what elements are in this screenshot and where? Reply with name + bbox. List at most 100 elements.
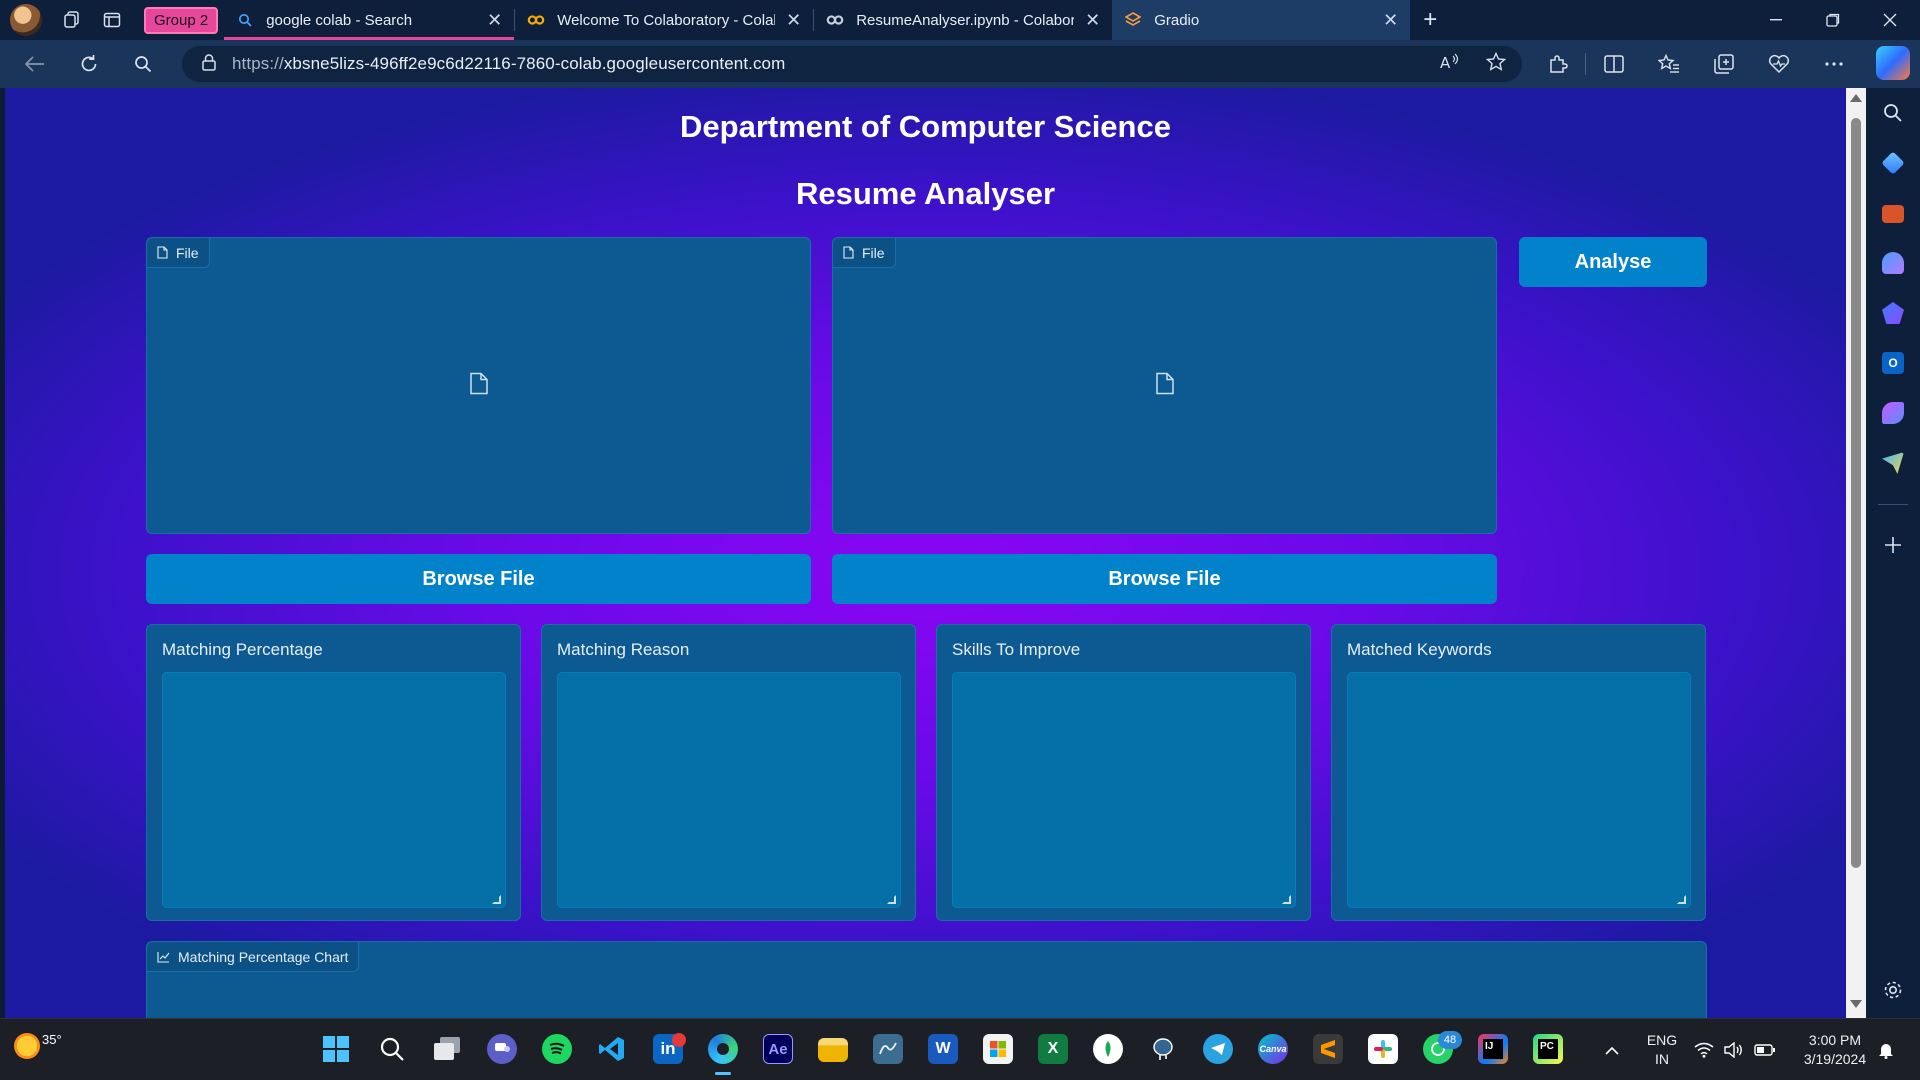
back-button[interactable]: [8, 40, 62, 88]
scroll-up-arrow-icon[interactable]: [1850, 94, 1862, 102]
tab-title: google colab - Search: [266, 11, 413, 29]
matched-keywords-label: Matched Keywords: [1347, 640, 1492, 659]
vscode-icon[interactable]: [597, 1034, 627, 1064]
close-window-button[interactable]: [1862, 0, 1918, 40]
region-code: IN: [1655, 1051, 1669, 1067]
show-hidden-icons-chevron[interactable]: [1600, 1019, 1624, 1080]
drop-send-icon[interactable]: [1882, 452, 1904, 474]
matching-reason-textbox[interactable]: [557, 672, 901, 908]
more-options-icon[interactable]: [1806, 40, 1861, 88]
mysql-workbench-icon[interactable]: [873, 1034, 903, 1064]
minimize-button[interactable]: [1748, 0, 1804, 40]
matching-percentage-textbox[interactable]: [162, 672, 506, 908]
teams-chat-icon[interactable]: [487, 1034, 517, 1064]
whatsapp-unread-badge: 48: [1438, 1031, 1462, 1049]
tab-welcome-colab[interactable]: Welcome To Colaboratory - Colab ✕: [515, 0, 813, 40]
after-effects-icon[interactable]: Ae: [763, 1034, 793, 1064]
spotify-icon[interactable]: [542, 1034, 572, 1064]
lock-icon[interactable]: [202, 53, 216, 75]
extensions-icon[interactable]: [1530, 40, 1585, 88]
outlook-icon[interactable]: O: [1882, 352, 1904, 374]
postgresql-icon[interactable]: [1148, 1034, 1178, 1064]
file-upload-dropzone-2[interactable]: File: [832, 237, 1497, 534]
scrollbar-thumb[interactable]: [1851, 118, 1861, 868]
tab-group-chip[interactable]: Group 2: [144, 6, 219, 34]
taskbar-search-icon[interactable]: [377, 1034, 407, 1064]
windows-start-icon[interactable]: [321, 1034, 351, 1064]
skills-to-improve-panel: Skills To Improve: [936, 624, 1311, 921]
read-aloud-icon[interactable]: A: [1440, 53, 1460, 76]
sublime-text-icon[interactable]: [1313, 1034, 1343, 1064]
task-view-icon[interactable]: [432, 1034, 462, 1064]
copilot-icon[interactable]: [1876, 46, 1910, 80]
analyse-button[interactable]: Analyse: [1519, 237, 1707, 287]
pycharm-icon[interactable]: PC: [1533, 1034, 1563, 1064]
file-icon: [157, 246, 168, 259]
intellij-icon[interactable]: IJ: [1478, 1034, 1508, 1064]
sidebar-settings-gear-icon[interactable]: [1882, 979, 1904, 1001]
wifi-icon: [1694, 1042, 1714, 1058]
browse-file-button-1[interactable]: Browse File: [146, 554, 811, 604]
quick-settings[interactable]: [1694, 1019, 1776, 1080]
games-icon[interactable]: [1882, 252, 1904, 274]
page-subtitle: Resume Analyser: [795, 176, 1056, 211]
weather-temperature: 35°: [42, 1031, 62, 1047]
close-icon[interactable]: ✕: [1085, 10, 1100, 31]
telegram-icon[interactable]: [1203, 1034, 1233, 1064]
canva-icon[interactable]: Canva: [1258, 1034, 1288, 1064]
url-host: xbsne5lizs-496ff2e9c6d22116-7860-colab.g…: [283, 54, 786, 73]
favorites-icon[interactable]: [1641, 40, 1696, 88]
favorite-star-icon[interactable]: [1485, 51, 1507, 77]
microsoft-365-icon[interactable]: [1882, 302, 1904, 324]
collections-icon[interactable]: [1696, 40, 1751, 88]
new-tab-button[interactable]: +: [1410, 0, 1450, 40]
url-text[interactable]: https://xbsne5lizs-496ff2e9c6d22116-7860…: [232, 54, 785, 74]
clock[interactable]: 3:00 PM 3/19/2024: [1790, 1019, 1880, 1080]
browse-file-button-2[interactable]: Browse File: [832, 554, 1497, 604]
matched-keywords-textbox[interactable]: [1347, 672, 1691, 908]
tab-title: Gradio: [1154, 11, 1200, 29]
notification-bell-icon[interactable]: [1875, 1019, 1897, 1080]
scroll-down-arrow-icon[interactable]: [1850, 1000, 1862, 1008]
skills-to-improve-textbox[interactable]: [952, 672, 1296, 908]
language-indicator[interactable]: ENG IN: [1642, 1019, 1682, 1080]
tab-resumeanalyser-colab[interactable]: ResumeAnalyser.ipynb - Colaboratory ✕: [814, 0, 1112, 40]
browser-essentials-icon[interactable]: [1751, 40, 1806, 88]
page-scrollbar[interactable]: [1846, 88, 1866, 1018]
close-icon[interactable]: ✕: [786, 10, 801, 31]
mongodb-compass-icon[interactable]: [1093, 1034, 1123, 1064]
slack-icon[interactable]: [1368, 1034, 1398, 1064]
address-bar[interactable]: https://xbsne5lizs-496ff2e9c6d22116-7860…: [182, 46, 1522, 82]
workspaces-icon[interactable]: [52, 0, 92, 40]
file-label-badge: File: [833, 238, 896, 268]
close-icon[interactable]: ✕: [1383, 10, 1398, 31]
restore-button[interactable]: [1805, 0, 1861, 40]
sidebar-search-icon[interactable]: [1882, 102, 1904, 124]
tab-gradio[interactable]: Gradio ✕: [1112, 0, 1411, 40]
language-code: ENG: [1646, 1032, 1678, 1048]
profile-avatar[interactable]: [10, 4, 42, 36]
weather-widget[interactable]: 35°: [14, 1031, 62, 1059]
tools-briefcase-icon[interactable]: [1882, 205, 1904, 223]
microsoft-store-icon[interactable]: [983, 1034, 1013, 1064]
excel-icon[interactable]: X: [1038, 1034, 1068, 1064]
pycharm-inner-icon: PC: [1538, 1039, 1558, 1059]
windows-taskbar: 35° in Ae W X Canva 48 IJ PC ENG IN 3:00…: [0, 1018, 1920, 1080]
vertical-tabs-icon[interactable]: [92, 0, 132, 40]
chart-label: Matching Percentage Chart: [178, 948, 349, 965]
add-sidebar-app-icon[interactable]: [1882, 534, 1904, 556]
refresh-button[interactable]: [62, 40, 116, 88]
file-explorer-icon[interactable]: [818, 1038, 848, 1062]
designer-icon[interactable]: [1882, 402, 1904, 424]
tab-google-search[interactable]: google colab - Search ✕: [224, 0, 515, 40]
colab-logo-icon: [527, 11, 545, 29]
edge-browser-icon[interactable]: [708, 1034, 738, 1064]
close-icon[interactable]: ✕: [487, 10, 502, 31]
file-upload-dropzone-1[interactable]: File: [146, 237, 811, 534]
shopping-tag-icon[interactable]: [1881, 151, 1905, 175]
word-icon[interactable]: W: [928, 1034, 958, 1064]
split-screen-icon[interactable]: [1586, 40, 1641, 88]
matching-percentage-label: Matching Percentage: [162, 640, 323, 659]
search-icon[interactable]: [116, 40, 170, 88]
file-label-badge: File: [147, 238, 210, 268]
